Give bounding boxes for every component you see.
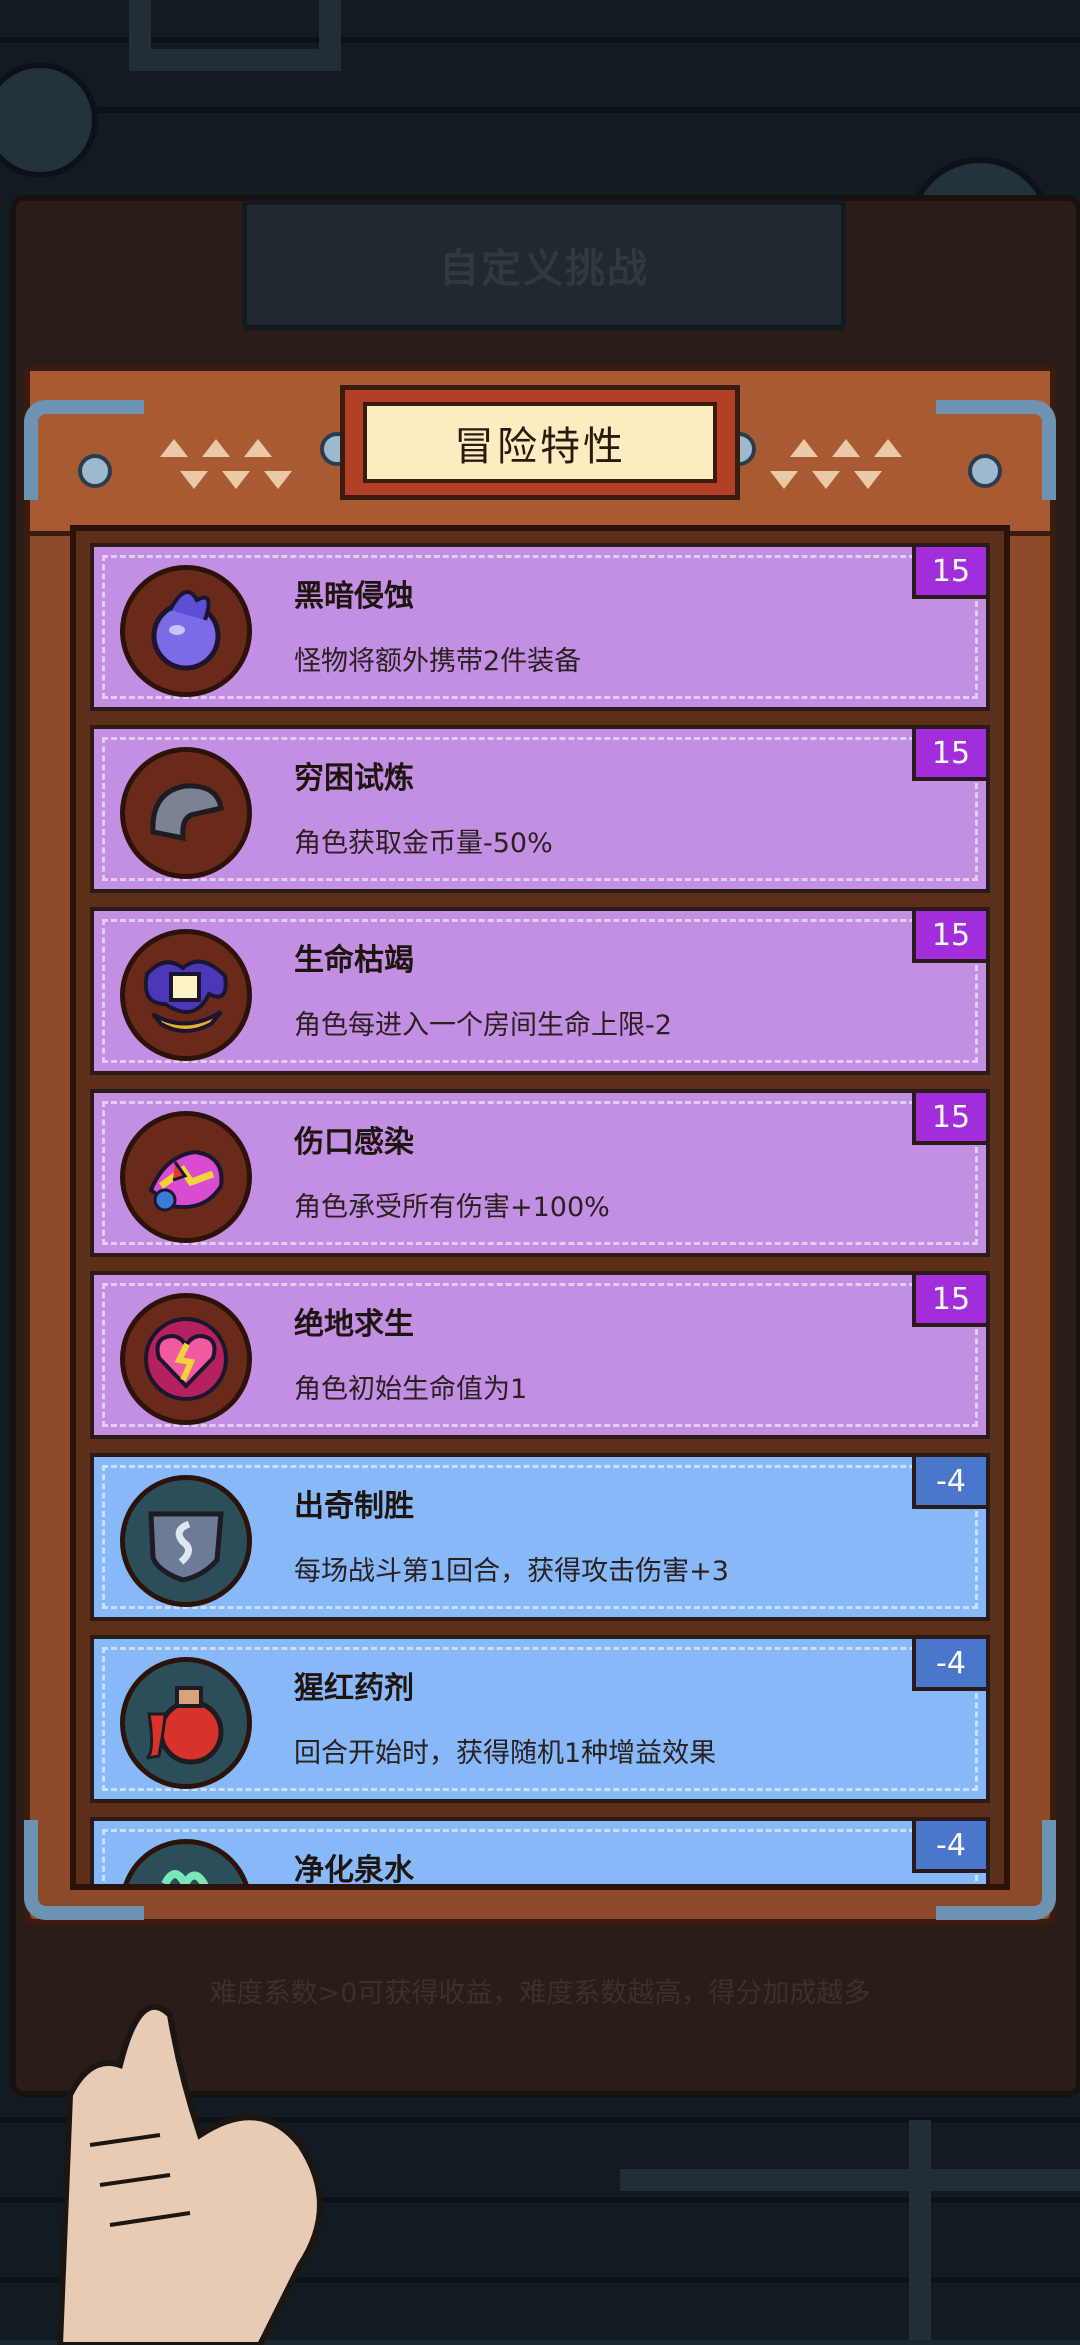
trait-name: 黑暗侵蚀 [294,579,414,614]
spring-water-icon [120,1839,252,1884]
frame-spikes-left [160,439,272,457]
trait-card-wound-infection[interactable]: 伤口感染 角色承受所有伤害+100% 15 [90,1089,990,1257]
candle-lamp-icon [120,929,252,1061]
trait-list[interactable]: 黑暗侵蚀 怪物将额外携带2件装备 15 穷困试炼 角色获取金币量-50% 15 … [70,525,1010,1890]
trait-name: 猩红药剂 [294,1671,414,1706]
trait-description: 每场战斗第1回合，获得攻击伤害+3 [294,1556,729,1587]
trait-name: 绝地求生 [294,1307,414,1342]
trait-card-dark-erosion[interactable]: 黑暗侵蚀 怪物将额外携带2件装备 15 [90,543,990,711]
trait-card-surprise-victory[interactable]: 出奇制胜 每场战斗第1回合，获得攻击伤害+3 -4 [90,1453,990,1621]
trait-description: 角色每进入一个房间生命上限-2 [294,1010,672,1041]
empty-pouch-icon [120,747,252,879]
difficulty-badge: 15 [912,725,990,781]
trait-description: 角色获取金币量-50% [294,828,553,859]
trait-description: 回合开始时，获得随机1种增益效果 [294,1738,717,1769]
trait-name: 穷困试炼 [294,761,414,796]
trait-description: 怪物将额外携带2件装备 [294,646,582,677]
difficulty-badge: -4 [912,1817,990,1873]
difficulty-badge: -4 [912,1635,990,1691]
trait-name: 净化泉水 [294,1853,414,1888]
screw-icon [968,454,1002,488]
pipe-bracket-top-left [24,400,144,500]
panel-title: 冒险特性 [363,402,717,483]
trait-card-last-stand[interactable]: 绝地求生 角色初始生命值为1 15 [90,1271,990,1439]
wound-hand-icon [120,1111,252,1243]
difficulty-badge: 15 [912,1271,990,1327]
frame-spikes-right-lower [770,471,882,489]
difficulty-badge: -4 [912,1453,990,1509]
pipe-bracket-top-right [936,400,1056,500]
bandaged-hand-decoration [56,2003,323,2345]
red-potion-icon [120,1657,252,1789]
trait-card-purified-spring[interactable]: 净化泉水 -4 [90,1817,990,1888]
difficulty-badge: 15 [912,907,990,963]
trait-card-scarlet-potion[interactable]: 猩红药剂 回合开始时，获得随机1种增益效果 -4 [90,1635,990,1803]
trait-name: 生命枯竭 [294,943,414,978]
trait-card-life-drain[interactable]: 生命枯竭 角色每进入一个房间生命上限-2 15 [90,907,990,1075]
difficulty-badge: 15 [912,1089,990,1145]
difficulty-badge: 15 [912,543,990,599]
trait-card-poverty-trial[interactable]: 穷困试炼 角色获取金币量-50% 15 [90,725,990,893]
frame-spikes-right [790,439,902,457]
trait-description: 角色初始生命值为1 [294,1374,528,1405]
screw-icon [78,454,112,488]
frame-spikes-left-lower [180,471,292,489]
trait-name: 伤口感染 [294,1125,414,1160]
dark-orb-icon [120,565,252,697]
shield-icon [120,1475,252,1607]
trait-description: 角色承受所有伤害+100% [294,1192,610,1223]
broken-heart-icon [120,1293,252,1425]
trait-name: 出奇制胜 [294,1489,414,1524]
panel-title-banner: 冒险特性 [340,385,740,500]
